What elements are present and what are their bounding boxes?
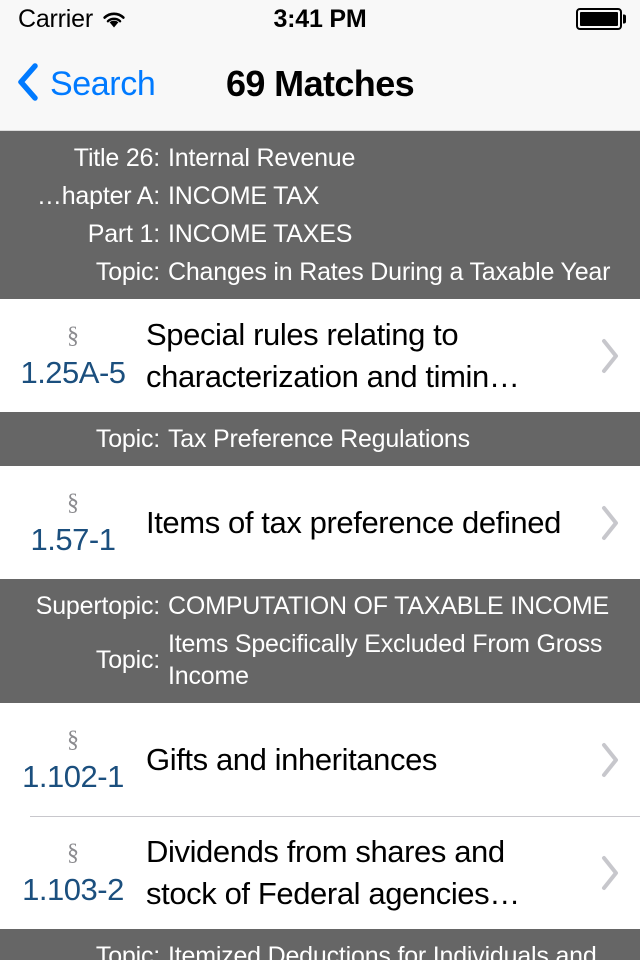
status-bar-left: Carrier bbox=[18, 5, 127, 34]
section-number: 1.103-2 bbox=[22, 871, 124, 907]
navigation-bar: Search 69 Matches bbox=[0, 38, 640, 131]
section-number-block: § 1.103-2 bbox=[0, 841, 146, 905]
chevron-right-icon[interactable] bbox=[580, 337, 640, 375]
section-header-label: Supertopic: bbox=[35, 592, 160, 620]
section-header-row: Topic: Itemized Deductions for Individual… bbox=[0, 937, 640, 960]
list-item[interactable]: § 1.57-1 Items of tax preference defined bbox=[0, 466, 640, 579]
section-header-row: Topic: Items Specifically Excluded From G… bbox=[0, 625, 640, 695]
chevron-right-icon[interactable] bbox=[580, 854, 640, 892]
section-header-label: Topic: bbox=[95, 646, 160, 674]
section-header-value: Items Specifically Excluded From Gross I… bbox=[168, 630, 603, 690]
list-item[interactable]: § 1.102-1 Gifts and inheritances bbox=[0, 703, 640, 816]
chevron-left-icon bbox=[16, 62, 40, 107]
section-header-label: Topic: bbox=[95, 258, 160, 286]
section-header-value: COMPUTATION OF TAXABLE INCOME bbox=[168, 592, 610, 620]
section-header-value: Itemized Deductions for Individuals and bbox=[168, 942, 597, 960]
section-number-block: § 1.102-1 bbox=[0, 728, 146, 792]
list-item-title: Special rules relating to characterizati… bbox=[146, 317, 520, 394]
section-header-label: Title 26: bbox=[73, 144, 160, 172]
list-item[interactable]: § 1.103-2 Dividends from shares and stock … bbox=[0, 816, 640, 929]
battery-full-icon bbox=[576, 8, 622, 30]
section-header: Supertopic: COMPUTATION OF TAXABLE INCOME… bbox=[0, 579, 640, 703]
section-header-row: Supertopic: COMPUTATION OF TAXABLE INCOME bbox=[0, 587, 640, 625]
back-button-label: Search bbox=[50, 64, 156, 103]
section-sign-icon: § bbox=[67, 726, 79, 753]
section-number: 1.57-1 bbox=[30, 521, 116, 557]
section-sign-icon: § bbox=[67, 839, 79, 866]
section-number-block: § 1.25A-5 bbox=[0, 324, 146, 388]
section-header-value: Tax Preference Regulations bbox=[168, 425, 470, 453]
section-header-value: Changes in Rates During a Taxable Year bbox=[168, 258, 611, 286]
section-header-value: Internal Revenue bbox=[168, 144, 356, 172]
section-header-row: …hapter A: INCOME TAX bbox=[0, 177, 640, 215]
status-bar: Carrier 3:41 PM bbox=[0, 0, 640, 38]
section-header: Title 26: Internal Revenue …hapter A: INCOM… bbox=[0, 131, 640, 299]
chevron-right-icon[interactable] bbox=[580, 504, 640, 542]
chevron-right-icon[interactable] bbox=[580, 741, 640, 779]
search-results-list[interactable]: Title 26: Internal Revenue …hapter A: INCOM… bbox=[0, 131, 640, 960]
section-header-label: …hapter A: bbox=[36, 182, 160, 210]
section-sign-icon: § bbox=[67, 322, 79, 349]
wifi-icon bbox=[101, 9, 127, 29]
carrier-label: Carrier bbox=[18, 4, 93, 33]
section-header-row: Topic: Changes in Rates During a Taxable … bbox=[0, 253, 640, 291]
section-number-block: § 1.57-1 bbox=[0, 491, 146, 555]
back-button[interactable]: Search bbox=[0, 62, 156, 107]
list-item[interactable]: § 1.25A-5 Special rules relating to charac… bbox=[0, 299, 640, 412]
list-item-title: Gifts and inheritances bbox=[146, 741, 438, 777]
status-bar-right bbox=[576, 8, 622, 30]
section-number: 1.25A-5 bbox=[20, 354, 126, 390]
section-header-label: Topic: bbox=[95, 942, 160, 960]
section-header-row: Part 1: INCOME TAXES bbox=[0, 215, 640, 253]
section-header-row: Topic: Tax Preference Regulations bbox=[0, 420, 640, 458]
section-header: Topic: Tax Preference Regulations bbox=[0, 412, 640, 466]
section-header-row: Title 26: Internal Revenue bbox=[0, 139, 640, 177]
section-header-value: INCOME TAX bbox=[168, 182, 320, 210]
list-item-title: Dividends from shares and stock of Feder… bbox=[146, 834, 520, 911]
list-item-title: Items of tax preference defined bbox=[146, 504, 561, 540]
section-header-label: Part 1: bbox=[87, 220, 160, 248]
section-sign-icon: § bbox=[67, 489, 79, 516]
section-header-value: INCOME TAXES bbox=[168, 220, 353, 248]
section-header: Topic: Itemized Deductions for Individual… bbox=[0, 929, 640, 960]
section-number: 1.102-1 bbox=[22, 758, 124, 794]
section-header-label: Topic: bbox=[95, 425, 160, 453]
